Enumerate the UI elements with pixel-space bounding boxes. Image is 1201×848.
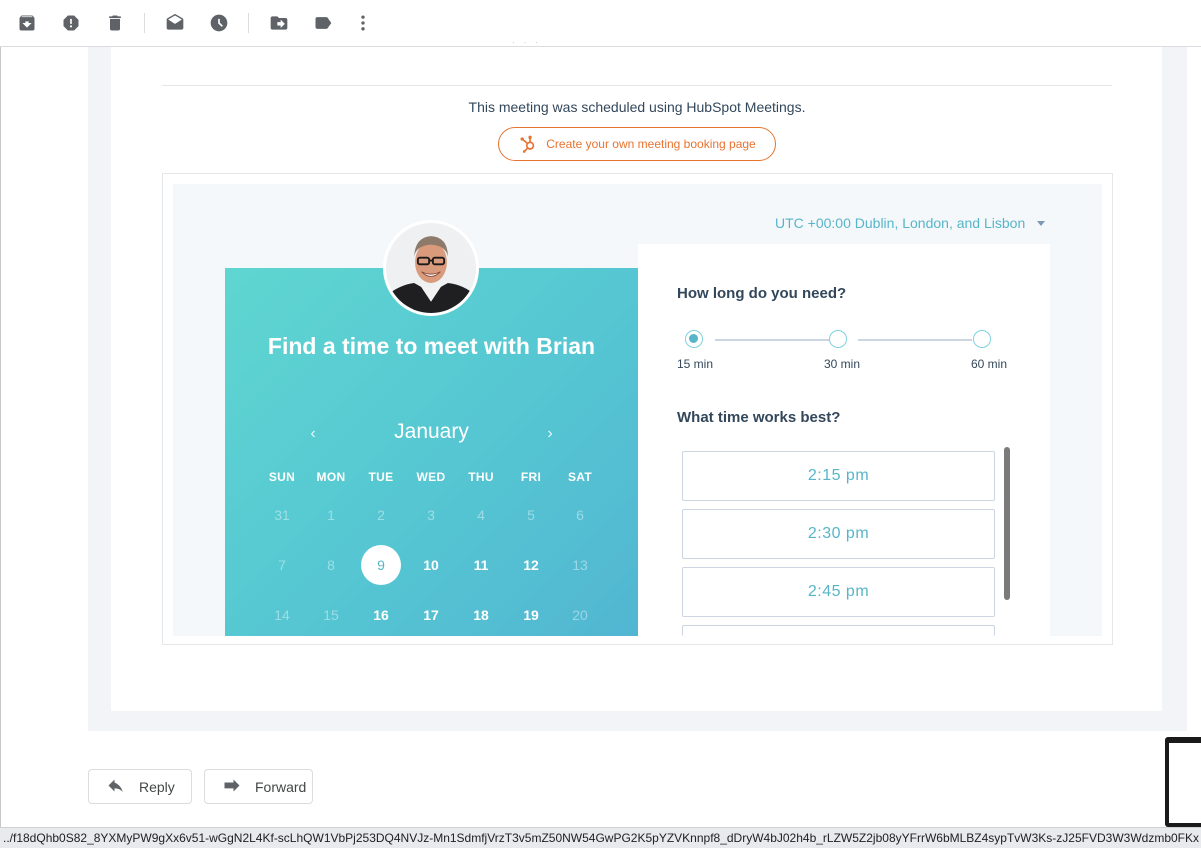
month-label: January (394, 420, 469, 443)
calendar-day-disabled: 1 (327, 507, 335, 523)
calendar-day-disabled: 7 (278, 557, 286, 573)
delete-icon[interactable] (103, 11, 127, 35)
calendar-day-disabled: 4 (477, 507, 485, 523)
hubspot-sprocket-icon (520, 135, 535, 153)
weekday-header: SUN (268, 470, 296, 484)
calendar-day[interactable]: 10 (411, 545, 451, 585)
calendar-day-disabled: 3 (427, 507, 435, 523)
timezone-select[interactable]: UTC +00:00 Dublin, London, and Lisbon (775, 215, 1046, 231)
thumbnail-preview (1169, 743, 1201, 823)
link-status-bar: ../f18dQhb0S82_8YXMyPW9gXx6v51-wGgN2L4Kf… (0, 827, 1201, 848)
reply-label: Reply (139, 778, 175, 795)
caret-down-icon (1037, 220, 1046, 226)
weekday-header: WED (416, 470, 446, 484)
time-slot-button-partial[interactable] (682, 625, 995, 636)
calendar-day-disabled: 13 (572, 557, 588, 573)
weekday-header: FRI (520, 470, 542, 484)
calendar-day-disabled: 31 (274, 507, 290, 523)
divider (162, 85, 1112, 86)
toolbar-separator (248, 13, 249, 33)
create-booking-page-button[interactable]: Create your own meeting booking page (498, 127, 776, 161)
calendar-day-selected[interactable]: 9 (361, 545, 401, 585)
duration-label: 30 min (824, 357, 861, 371)
calendar-day-disabled: 15 (323, 607, 339, 623)
calendar-day-disabled: 2 (377, 507, 385, 523)
scheduled-notice: This meeting was scheduled using HubSpot… (468, 99, 806, 115)
snooze-icon[interactable] (207, 11, 231, 35)
duration-question: How long do you need? (677, 285, 847, 302)
mark-unread-icon[interactable] (163, 11, 187, 35)
more-options-icon[interactable] (351, 11, 375, 35)
email-toolbar (0, 0, 1201, 47)
calendar-day-disabled: 5 (527, 507, 535, 523)
archive-icon[interactable] (15, 11, 39, 35)
time-question: What time works best? (677, 409, 841, 426)
duration-track (858, 339, 972, 341)
calendar-day[interactable]: 17 (411, 595, 451, 635)
time-slot-button[interactable]: 2:45 pm (682, 567, 995, 617)
weekday-header: MON (316, 470, 346, 484)
calendar-day-disabled: 6 (576, 507, 584, 523)
forward-button[interactable]: Forward (204, 769, 313, 804)
create-booking-page-label: Create your own meeting booking page (546, 137, 756, 151)
weekday-header: THU (468, 470, 494, 484)
window-edge (0, 47, 1, 827)
duration-radio-15[interactable] (685, 330, 703, 348)
chevron-left-icon[interactable]: ‹ (303, 422, 323, 446)
calendar-day[interactable]: 12 (511, 545, 551, 585)
label-icon[interactable] (311, 11, 335, 35)
weekday-header: TUE (368, 470, 394, 484)
calendar-day[interactable]: 19 (511, 595, 551, 635)
duration-radio-30[interactable] (829, 330, 847, 348)
toolbar-separator (144, 13, 145, 33)
reply-button[interactable]: Reply (88, 769, 192, 804)
move-to-icon[interactable] (267, 11, 291, 35)
cropped-footer-mark: · · · (512, 37, 541, 47)
host-avatar-image (386, 223, 476, 313)
duration-track (715, 339, 829, 341)
report-spam-icon[interactable] (59, 11, 83, 35)
calendar-day[interactable]: 18 (461, 595, 501, 635)
calendar-day[interactable]: 16 (361, 595, 401, 635)
time-slot-button[interactable]: 2:15 pm (682, 451, 995, 501)
time-slots-scrollbar[interactable] (1004, 447, 1010, 600)
duration-label: 60 min (971, 357, 1008, 371)
month-navigator: January ‹ › (225, 420, 638, 448)
time-slot-button[interactable]: 2:30 pm (682, 509, 995, 559)
calendar-title: Find a time to meet with Brian (267, 333, 596, 359)
chevron-right-icon[interactable]: › (540, 422, 560, 446)
avatar (383, 220, 479, 316)
duration-radio-60[interactable] (973, 330, 991, 348)
forward-label: Forward (255, 778, 307, 795)
reply-icon (108, 779, 123, 792)
weekday-header: SAT (567, 470, 592, 484)
screenshot-thumbnail[interactable] (1165, 737, 1201, 827)
calendar-day-disabled: 14 (274, 607, 290, 623)
forward-icon (224, 779, 240, 791)
calendar-day-disabled: 8 (327, 557, 335, 573)
calendar-day-disabled: 20 (572, 607, 588, 623)
calendar-day[interactable]: 11 (461, 545, 501, 585)
timezone-label: UTC +00:00 Dublin, London, and Lisbon (775, 215, 1026, 231)
duration-label: 15 min (677, 357, 714, 371)
